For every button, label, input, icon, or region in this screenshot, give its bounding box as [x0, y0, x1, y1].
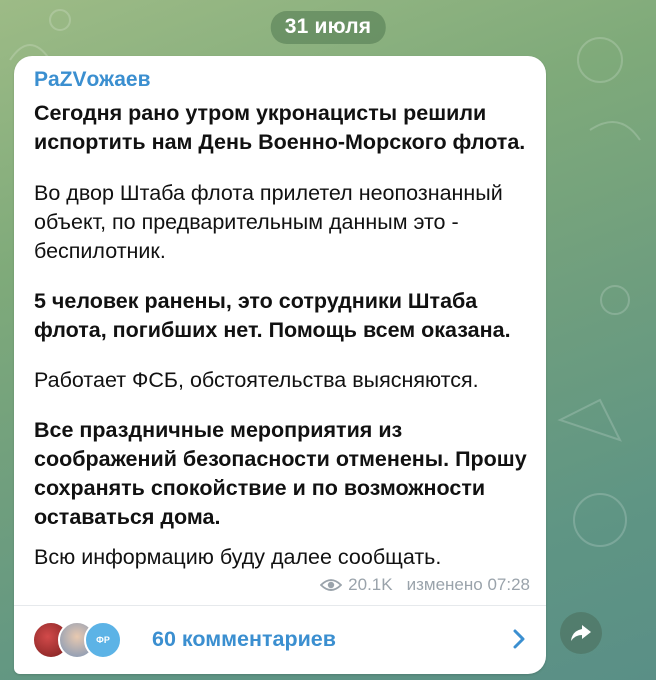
share-button[interactable]	[560, 612, 602, 654]
message-paragraph: Работает ФСБ, обстоятельства выясняются.	[34, 368, 479, 392]
message-paragraph: Во двор Штаба флота прилетел неопознанны…	[34, 181, 503, 263]
message-paragraph: Все праздничные мероприятия из соображен…	[34, 418, 527, 529]
avatar: ФР	[84, 621, 122, 659]
commenter-avatars: ФР	[32, 617, 142, 661]
message-bubble[interactable]: PaZVожаев Сегодня рано утром укронацисты…	[14, 56, 546, 674]
message-paragraph: 5 человек ранены, это сотрудники Штаба ф…	[34, 289, 511, 342]
message-paragraph: Всю информацию буду далее сообщать.	[34, 545, 442, 569]
share-arrow-icon	[571, 625, 591, 641]
eye-icon	[320, 579, 343, 591]
views-count: 20.1K	[348, 575, 393, 594]
date-separator: 31 июля	[270, 11, 386, 44]
comments-count-label[interactable]: 60 комментариев	[152, 627, 512, 652]
message-paragraph: Сегодня рано утром укронацисты решили ис…	[34, 101, 526, 154]
chevron-right-icon[interactable]	[512, 628, 526, 650]
message-meta: 20.1K изменено 07:28	[320, 575, 530, 595]
channel-author-name[interactable]: PaZVожаев	[34, 68, 150, 92]
edited-label: изменено 07:28	[406, 575, 530, 594]
avatar-initials: ФР	[96, 635, 110, 645]
comments-button[interactable]: ФР 60 комментариев	[14, 606, 546, 672]
